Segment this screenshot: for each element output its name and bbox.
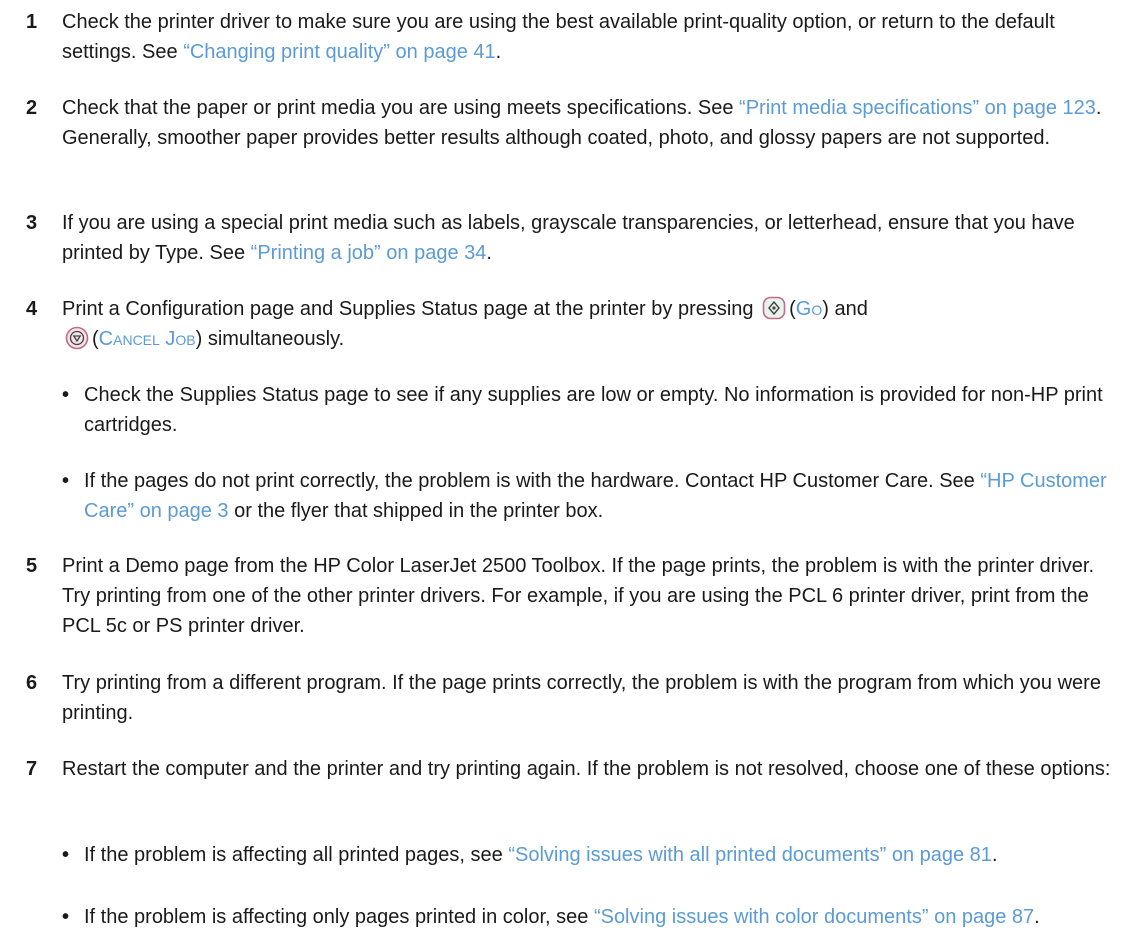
go-button-icon: [762, 296, 786, 320]
step-number: 5: [26, 555, 38, 577]
step-number: 1: [26, 11, 38, 33]
step-text: If you are using a special print media s…: [62, 212, 1075, 264]
document-page: 1 Check the printer driver to make sure …: [0, 0, 1140, 928]
step-text: Print a Configuration page and Supplies …: [62, 296, 868, 350]
step-text: Try printing from a different program. I…: [62, 672, 1101, 724]
bullet-marker: •: [62, 384, 70, 406]
step-text: Restart the computer and the printer and…: [62, 758, 1111, 780]
step-number: 7: [26, 758, 38, 780]
go-label: Go: [795, 298, 823, 320]
cross-reference-link[interactable]: “Solving issues with all printed documen…: [508, 844, 992, 866]
step-text: Print a Demo page from the HP Color Lase…: [62, 555, 1095, 637]
step-text: Check the printer driver to make sure yo…: [62, 11, 1055, 63]
step-number: 4: [26, 298, 38, 320]
bullet-marker: •: [62, 470, 70, 492]
step-number: 2: [26, 97, 38, 119]
cancel-job-label: Cancel Job: [98, 328, 196, 350]
bullet-marker: •: [62, 844, 70, 866]
cross-reference-link[interactable]: “Solving issues with color documents” on…: [594, 906, 1034, 928]
cancel-job-button-icon: [65, 326, 89, 350]
step-number: 3: [26, 212, 38, 234]
bullet-text: If the problem is affecting all printed …: [84, 844, 998, 866]
step-number: 6: [26, 672, 38, 694]
cross-reference-link[interactable]: “Printing a job” on page 34: [251, 242, 487, 264]
bullet-marker: •: [62, 906, 70, 928]
step-text: Check that the paper or print media you …: [62, 97, 1102, 149]
bullet-text: If the problem is affecting only pages p…: [84, 906, 1040, 928]
cross-reference-link[interactable]: “Changing print quality” on page 41: [183, 41, 495, 63]
bullet-text: Check the Supplies Status page to see if…: [84, 384, 1103, 436]
bullet-text: If the pages do not print correctly, the…: [84, 470, 1107, 522]
cross-reference-link[interactable]: “Print media specifications” on page 123: [739, 97, 1096, 119]
